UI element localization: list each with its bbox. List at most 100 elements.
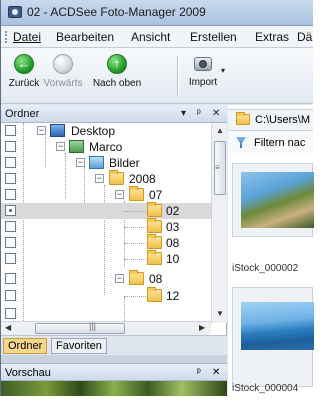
hscroll-thumb[interactable] bbox=[35, 323, 125, 334]
tree-node-label: 07 bbox=[149, 188, 163, 202]
app-window: 02 - ACDSee Foto-Manager 2009 Datei Bear… bbox=[0, 0, 314, 396]
tree-node-2008[interactable]: − 2008 bbox=[1, 170, 211, 187]
tree-node-label: 12 bbox=[166, 289, 180, 303]
tree-node-label: 08 bbox=[166, 236, 180, 250]
panel-splitter[interactable] bbox=[1, 355, 227, 363]
close-icon[interactable]: ✕ bbox=[212, 108, 220, 119]
node-checkbox[interactable] bbox=[5, 290, 16, 301]
node-checkbox[interactable] bbox=[5, 308, 16, 319]
back-label: Zurück bbox=[8, 78, 40, 89]
tree-node-10[interactable]: 10 bbox=[1, 250, 211, 267]
tree-node-desktop[interactable]: − Desktop bbox=[1, 123, 211, 139]
import-dropdown-icon[interactable]: ▾ bbox=[221, 66, 225, 75]
collapse-icon[interactable]: − bbox=[95, 174, 104, 183]
back-arrow-icon: ← bbox=[14, 54, 34, 74]
tree-node-label: Bilder bbox=[109, 156, 140, 170]
node-checkbox[interactable] bbox=[5, 125, 16, 136]
collapse-icon[interactable]: − bbox=[76, 158, 85, 167]
tree-node-07[interactable]: − 07 bbox=[1, 186, 211, 203]
up-arrow-icon: ↑ bbox=[107, 54, 127, 74]
menu-datei-label: Datei bbox=[13, 30, 42, 44]
back-button[interactable]: ← Zurück bbox=[7, 54, 41, 89]
panel-tabs: Ordner Favoriten bbox=[1, 335, 227, 355]
hscroll-grip-icon: ||| bbox=[89, 321, 97, 331]
forward-label: Vorwärts bbox=[43, 78, 83, 89]
folder-icon bbox=[129, 270, 144, 285]
node-checkbox[interactable] bbox=[5, 237, 16, 248]
tree-node-08[interactable]: 08 bbox=[1, 234, 211, 251]
collapse-icon[interactable]: − bbox=[37, 126, 46, 135]
folder-icon bbox=[147, 202, 162, 217]
tree-vertical-scrollbar[interactable]: ▲ ≡ ▼ bbox=[211, 123, 227, 323]
preview-panel-title: Vorschau bbox=[5, 367, 51, 379]
thumbnail-image bbox=[241, 172, 314, 228]
window-title: 02 - ACDSee Foto-Manager 2009 bbox=[27, 5, 206, 19]
node-checkbox[interactable] bbox=[5, 221, 16, 232]
folder-icon bbox=[109, 170, 124, 185]
tab-favoriten[interactable]: Favoriten bbox=[51, 338, 107, 354]
pin-icon[interactable]: ᵖ bbox=[197, 108, 201, 119]
camera-icon bbox=[192, 55, 214, 73]
forward-arrow-icon: → bbox=[53, 54, 73, 74]
app-icon[interactable] bbox=[8, 6, 22, 18]
folder-icon bbox=[147, 287, 162, 302]
folder-icon bbox=[129, 186, 144, 201]
panel-menu-icon[interactable]: ▾ bbox=[181, 108, 186, 119]
filter-icon bbox=[236, 137, 246, 148]
thumbnail-item[interactable] bbox=[232, 287, 314, 387]
import-label: Import bbox=[188, 77, 218, 88]
folder-icon bbox=[236, 112, 250, 125]
tree-horizontal-scrollbar[interactable]: ◀ ||| ▶ bbox=[1, 321, 211, 335]
node-checkbox[interactable] bbox=[5, 253, 16, 264]
file-browser: C:\Users\M Filtern nac iStock_000002 iSt… bbox=[228, 105, 314, 396]
tree-node-12[interactable]: 12 bbox=[1, 287, 211, 304]
toolbar: ← Zurück → Vorwärts ↑ Nach oben Import ▾ bbox=[1, 48, 313, 104]
pin-icon[interactable]: ᵖ bbox=[197, 367, 201, 378]
menu-truncated[interactable]: Dä bbox=[297, 30, 312, 44]
folder-panel: Ordner ▾ ᵖ ✕ − Desktop − Marco − Bilder … bbox=[1, 105, 227, 396]
menu-datei[interactable]: Datei bbox=[13, 30, 41, 44]
menu-bearbeiten[interactable]: Bearbeiten bbox=[56, 30, 114, 44]
tree-line bbox=[124, 296, 146, 297]
tree-node-bilder[interactable]: − Bilder bbox=[1, 155, 211, 171]
tab-ordner[interactable]: Ordner bbox=[3, 338, 48, 354]
import-button[interactable]: Import bbox=[185, 54, 221, 88]
collapse-icon[interactable]: − bbox=[115, 190, 124, 199]
scroll-up-icon[interactable]: ▲ bbox=[216, 126, 224, 135]
menu-grip-icon[interactable] bbox=[5, 31, 7, 43]
path-bar[interactable]: C:\Users\M bbox=[228, 109, 313, 131]
tree-node-08b[interactable]: − 08 bbox=[1, 270, 211, 287]
tree-node-03[interactable]: 03 bbox=[1, 218, 211, 235]
desktop-icon bbox=[50, 124, 65, 137]
node-checkbox[interactable] bbox=[5, 205, 16, 216]
menu-erstellen[interactable]: Erstellen bbox=[190, 30, 237, 44]
thumbnail-item[interactable] bbox=[232, 163, 314, 237]
menu-extras[interactable]: Extras bbox=[255, 30, 289, 44]
menu-bar: Datei Bearbeiten Ansicht Erstellen Extra… bbox=[1, 26, 313, 48]
folder-panel-title: Ordner bbox=[5, 108, 40, 120]
collapse-icon[interactable]: − bbox=[56, 142, 65, 151]
close-icon[interactable]: ✕ bbox=[212, 367, 220, 378]
scroll-left-icon[interactable]: ◀ bbox=[5, 323, 11, 332]
forward-button[interactable]: → Vorwärts bbox=[39, 54, 87, 89]
node-checkbox[interactable] bbox=[5, 173, 16, 184]
filter-bar[interactable]: Filtern nac bbox=[228, 133, 313, 153]
node-checkbox[interactable] bbox=[5, 189, 16, 200]
node-checkbox[interactable] bbox=[5, 157, 16, 168]
scroll-right-icon[interactable]: ▶ bbox=[199, 323, 205, 332]
menu-ansicht[interactable]: Ansicht bbox=[131, 30, 170, 44]
folder-icon bbox=[147, 234, 162, 249]
up-button[interactable]: ↑ Nach oben bbox=[87, 54, 147, 89]
scroll-down-icon[interactable]: ▼ bbox=[216, 309, 224, 318]
node-checkbox[interactable] bbox=[5, 273, 16, 284]
tree-node-label: 02 bbox=[166, 204, 180, 218]
collapse-icon[interactable]: − bbox=[115, 274, 124, 283]
tree-node-marco[interactable]: − Marco bbox=[1, 139, 211, 155]
tree-node-partial[interactable] bbox=[1, 306, 211, 322]
preview-image bbox=[1, 381, 227, 396]
folder-icon bbox=[147, 218, 162, 233]
tree-node-02-selected[interactable]: 02 bbox=[1, 202, 211, 219]
node-checkbox[interactable] bbox=[5, 141, 16, 152]
tree-line bbox=[124, 243, 146, 244]
tree-node-label: 03 bbox=[166, 220, 180, 234]
